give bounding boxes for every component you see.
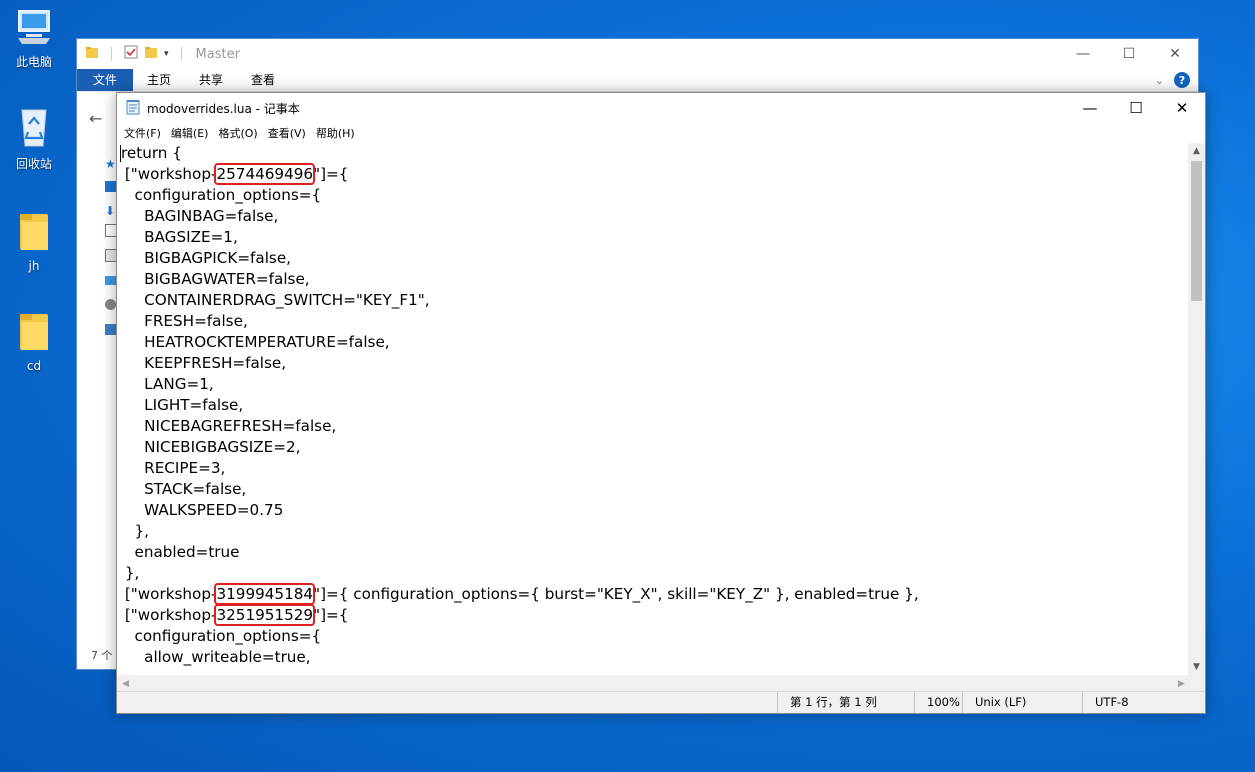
vertical-scrollbar[interactable]: ▲ ▼ — [1188, 143, 1205, 675]
desktop-icon-folder-cd[interactable]: cd — [2, 310, 66, 373]
code-line: return { — [120, 144, 182, 162]
expand-ribbon-icon[interactable]: ⌄ — [1155, 74, 1164, 87]
drive-icon[interactable] — [105, 299, 116, 310]
scroll-left-icon[interactable]: ◀ — [117, 675, 134, 692]
code-line: allow_writeable=true, — [120, 648, 311, 666]
back-arrow-icon[interactable]: ← — [89, 109, 102, 128]
new-folder-icon[interactable] — [144, 45, 158, 63]
code-line: BAGINBAG=false, — [120, 207, 279, 225]
desktop-icon-label: cd — [26, 359, 42, 373]
explorer-title: Master — [195, 46, 240, 62]
highlighted-workshop-id: 3199945184 — [214, 583, 316, 605]
scroll-down-icon[interactable]: ▼ — [1188, 659, 1205, 675]
network-icon[interactable] — [105, 324, 116, 335]
scrollbar-corner — [1188, 675, 1205, 692]
desktop-icon-label: jh — [28, 259, 40, 273]
desktop-icon-folder-jh[interactable]: jh — [2, 210, 66, 273]
explorer-ribbon-tabs: 文件 主页 共享 查看 ⌄ ? — [77, 69, 1198, 92]
chevron-down-icon[interactable]: ▾ — [164, 49, 169, 59]
code-line: KEEPFRESH=false, — [120, 354, 287, 372]
code-line: FRESH=false, — [120, 312, 248, 330]
minimize-icon[interactable]: — — [1067, 93, 1113, 123]
desktop-nav-icon[interactable] — [105, 181, 116, 192]
code-line: BAGSIZE=1, — [120, 228, 238, 246]
code-line: NICEBIGBAGSIZE=2, — [120, 438, 301, 456]
menu-view[interactable]: 查看(V) — [263, 125, 311, 141]
menu-help[interactable]: 帮助(H) — [311, 125, 360, 141]
code-line: }, — [120, 564, 140, 582]
close-icon[interactable]: ✕ — [1152, 39, 1198, 69]
code-line: enabled=true — [120, 543, 240, 561]
tab-view[interactable]: 查看 — [237, 69, 289, 91]
code-line: WALKSPEED=0.75 — [120, 501, 284, 519]
desktop-icon-this-pc[interactable]: 此电脑 — [2, 8, 66, 70]
maximize-icon[interactable]: ☐ — [1106, 39, 1152, 69]
code-line: BIGBAGWATER=false, — [120, 270, 310, 288]
folder-icon — [2, 210, 66, 255]
code-line: HEATROCKTEMPERATURE=false, — [120, 333, 390, 351]
status-line-ending: Unix (LF) — [962, 692, 1080, 713]
scroll-up-icon[interactable]: ▲ — [1188, 143, 1205, 159]
close-icon[interactable]: ✕ — [1159, 93, 1205, 123]
explorer-titlebar: ▾ Master — ☐ ✕ — [77, 39, 1198, 69]
maximize-icon[interactable]: ☐ — [1113, 93, 1159, 123]
tab-file[interactable]: 文件 — [77, 69, 134, 91]
code-line: ["workshop-3199945184"]={ configuration_… — [120, 583, 919, 605]
horizontal-scrollbar[interactable]: ◀ ▶ — [117, 675, 1190, 692]
status-encoding: UTF-8 — [1082, 692, 1195, 713]
tab-share[interactable]: 共享 — [185, 69, 237, 91]
desktop-icon-recycle-bin[interactable]: 回收站 — [2, 106, 66, 172]
desktop-icon-label: 此电脑 — [15, 55, 52, 69]
code-line: configuration_options={ — [120, 186, 322, 204]
code-line: ["workshop-2574469496"]={ — [120, 163, 349, 185]
code-line: }, — [120, 522, 149, 540]
code-line: BIGBAGPICK=false, — [120, 249, 292, 267]
highlighted-workshop-id: 3251951529 — [214, 604, 316, 626]
code-line: CONTAINERDRAG_SWITCH="KEY_F1", — [120, 291, 430, 309]
properties-icon[interactable] — [124, 45, 138, 63]
menu-format[interactable]: 格式(O) — [213, 125, 262, 141]
text-editor-area[interactable]: return { ["workshop-2574469496"]={ confi… — [117, 143, 1190, 675]
menu-file[interactable]: 文件(F) — [119, 125, 166, 141]
scrollbar-thumb[interactable] — [1191, 161, 1202, 301]
quick-access-toolbar: ▾ — [85, 45, 188, 63]
menu-edit[interactable]: 编辑(E) — [166, 125, 214, 141]
notepad-window: modoverrides.lua - 记事本 — ☐ ✕ 文件(F) 编辑(E)… — [116, 92, 1206, 714]
code-line: LIGHT=false, — [120, 396, 244, 414]
notepad-menubar: 文件(F) 编辑(E) 格式(O) 查看(V) 帮助(H) — [117, 123, 1205, 143]
minimize-icon[interactable]: — — [1060, 39, 1106, 69]
help-icon[interactable]: ? — [1174, 72, 1190, 88]
folder-icon — [2, 310, 66, 355]
tab-home[interactable]: 主页 — [133, 69, 185, 91]
notepad-statusbar: 第 1 行，第 1 列 100% Unix (LF) UTF-8 — [117, 691, 1205, 713]
code-line: ["workshop-3251951529"]={ — [120, 604, 349, 626]
code-line: configuration_options={ — [120, 627, 322, 645]
code-line: STACK=false, — [120, 480, 247, 498]
notepad-icon — [125, 99, 141, 118]
code-line: LANG=1, — [120, 375, 214, 393]
status-zoom: 100% — [914, 692, 962, 713]
recycle-bin-icon — [2, 106, 66, 151]
notepad-title: modoverrides.lua - 记事本 — [147, 101, 300, 116]
explorer-status-item-count: 7 个 — [91, 649, 113, 662]
folder-icon — [85, 45, 99, 63]
highlighted-workshop-id: 2574469496 — [214, 163, 316, 185]
desktop-icon-label: 回收站 — [15, 157, 52, 171]
status-cursor-position: 第 1 行，第 1 列 — [777, 692, 915, 713]
notepad-titlebar: modoverrides.lua - 记事本 — ☐ ✕ — [117, 93, 1205, 123]
computer-icon — [2, 8, 66, 49]
code-line: NICEBAGREFRESH=false, — [120, 417, 337, 435]
code-line: RECIPE=3, — [120, 459, 226, 477]
